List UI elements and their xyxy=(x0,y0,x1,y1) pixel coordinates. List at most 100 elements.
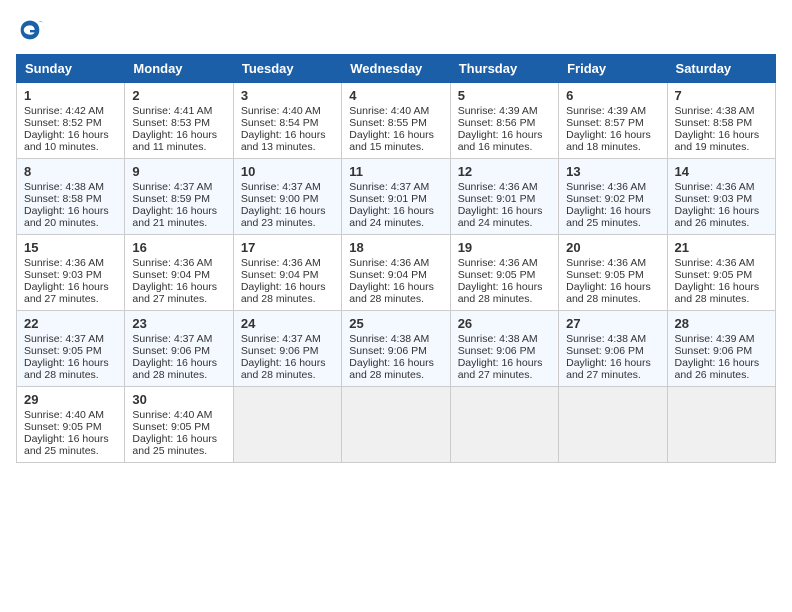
day-info: Sunset: 8:53 PM xyxy=(132,117,225,129)
day-number: 25 xyxy=(349,316,442,331)
day-number: 4 xyxy=(349,88,442,103)
day-info: Sunrise: 4:39 AM xyxy=(566,105,659,117)
weekday-wednesday: Wednesday xyxy=(342,55,450,83)
calendar-cell: 6Sunrise: 4:39 AMSunset: 8:57 PMDaylight… xyxy=(559,83,667,159)
day-info: Sunset: 8:54 PM xyxy=(241,117,334,129)
day-info: Sunrise: 4:37 AM xyxy=(24,333,117,345)
calendar-cell: 23Sunrise: 4:37 AMSunset: 9:06 PMDayligh… xyxy=(125,311,233,387)
day-info: Sunrise: 4:37 AM xyxy=(132,333,225,345)
day-info: Daylight: 16 hours xyxy=(349,129,442,141)
day-info: Sunset: 9:05 PM xyxy=(24,421,117,433)
day-info: and 27 minutes. xyxy=(458,369,551,381)
calendar-cell: 3 Sunrise: 4:40 AMSunset: 8:54 PMDaylight… xyxy=(233,83,341,159)
day-info: and 28 minutes. xyxy=(24,369,117,381)
weekday-header-row: SundayMondayTuesdayWednesdayThursdayFrid… xyxy=(17,55,776,83)
day-info: and 28 minutes. xyxy=(458,293,551,305)
day-info: and 19 minutes. xyxy=(675,141,768,153)
day-info: Sunrise: 4:36 AM xyxy=(349,257,442,269)
calendar-cell: 21Sunrise: 4:36 AMSunset: 9:05 PMDayligh… xyxy=(667,235,775,311)
day-info: Sunset: 9:05 PM xyxy=(132,421,225,433)
day-info: Sunrise: 4:37 AM xyxy=(132,181,225,193)
calendar-cell: 27Sunrise: 4:38 AMSunset: 9:06 PMDayligh… xyxy=(559,311,667,387)
day-number: 15 xyxy=(24,240,117,255)
day-info: Sunset: 9:01 PM xyxy=(349,193,442,205)
day-info: Sunrise: 4:37 AM xyxy=(241,181,334,193)
day-info: Daylight: 16 hours xyxy=(24,205,117,217)
calendar-cell: 16Sunrise: 4:36 AMSunset: 9:04 PMDayligh… xyxy=(125,235,233,311)
day-number: 9 xyxy=(132,164,225,179)
calendar-cell xyxy=(233,387,341,463)
day-info: and 24 minutes. xyxy=(349,217,442,229)
day-info: and 28 minutes. xyxy=(132,369,225,381)
day-info: Daylight: 16 hours xyxy=(241,129,334,141)
day-info: Sunset: 8:56 PM xyxy=(458,117,551,129)
day-info: Sunrise: 4:38 AM xyxy=(349,333,442,345)
day-info: and 10 minutes. xyxy=(24,141,117,153)
day-info: Daylight: 16 hours xyxy=(566,281,659,293)
day-number: 13 xyxy=(566,164,659,179)
day-number: 1 xyxy=(24,88,117,103)
day-number: 27 xyxy=(566,316,659,331)
calendar-header: SundayMondayTuesdayWednesdayThursdayFrid… xyxy=(17,55,776,83)
day-info: Sunrise: 4:36 AM xyxy=(675,257,768,269)
calendar-cell: 30Sunrise: 4:40 AMSunset: 9:05 PMDayligh… xyxy=(125,387,233,463)
day-info: and 28 minutes. xyxy=(241,293,334,305)
day-info: Daylight: 16 hours xyxy=(566,357,659,369)
day-info: and 15 minutes. xyxy=(349,141,442,153)
day-number: 12 xyxy=(458,164,551,179)
day-info: Sunset: 9:05 PM xyxy=(458,269,551,281)
day-info: Sunset: 9:06 PM xyxy=(458,345,551,357)
calendar-week-row: 8Sunrise: 4:38 AMSunset: 8:58 PMDaylight… xyxy=(17,159,776,235)
day-info: Sunrise: 4:37 AM xyxy=(241,333,334,345)
day-number: 19 xyxy=(458,240,551,255)
day-number: 8 xyxy=(24,164,117,179)
calendar-cell: 18Sunrise: 4:36 AMSunset: 9:04 PMDayligh… xyxy=(342,235,450,311)
day-info: Daylight: 16 hours xyxy=(566,129,659,141)
day-info: and 21 minutes. xyxy=(132,217,225,229)
day-info: Sunset: 9:04 PM xyxy=(349,269,442,281)
day-info: Sunrise: 4:40 AM xyxy=(241,105,334,117)
day-info: Sunrise: 4:38 AM xyxy=(675,105,768,117)
calendar-cell: 7Sunrise: 4:38 AMSunset: 8:58 PMDaylight… xyxy=(667,83,775,159)
day-number: 10 xyxy=(241,164,334,179)
day-info: Daylight: 16 hours xyxy=(458,129,551,141)
day-info: and 28 minutes. xyxy=(566,293,659,305)
day-info: Sunrise: 4:37 AM xyxy=(349,181,442,193)
weekday-tuesday: Tuesday xyxy=(233,55,341,83)
day-info: and 25 minutes. xyxy=(24,445,117,457)
day-info: and 28 minutes. xyxy=(349,293,442,305)
calendar-week-row: 15Sunrise: 4:36 AMSunset: 9:03 PMDayligh… xyxy=(17,235,776,311)
day-number: 7 xyxy=(675,88,768,103)
calendar-cell xyxy=(559,387,667,463)
day-number: 23 xyxy=(132,316,225,331)
weekday-saturday: Saturday xyxy=(667,55,775,83)
day-number: 3 xyxy=(241,88,334,103)
day-info: Sunset: 9:04 PM xyxy=(132,269,225,281)
day-info: Sunrise: 4:36 AM xyxy=(132,257,225,269)
day-number: 26 xyxy=(458,316,551,331)
day-info: and 18 minutes. xyxy=(566,141,659,153)
day-info: and 13 minutes. xyxy=(241,141,334,153)
day-info: Sunset: 9:05 PM xyxy=(566,269,659,281)
calendar-cell: 25Sunrise: 4:38 AMSunset: 9:06 PMDayligh… xyxy=(342,311,450,387)
day-info: Sunset: 9:00 PM xyxy=(241,193,334,205)
calendar-cell: 8Sunrise: 4:38 AMSunset: 8:58 PMDaylight… xyxy=(17,159,125,235)
day-info: Sunrise: 4:40 AM xyxy=(132,409,225,421)
day-number: 5 xyxy=(458,88,551,103)
calendar-week-row: 22Sunrise: 4:37 AMSunset: 9:05 PMDayligh… xyxy=(17,311,776,387)
day-number: 29 xyxy=(24,392,117,407)
day-info: and 27 minutes. xyxy=(132,293,225,305)
day-number: 17 xyxy=(241,240,334,255)
day-info: Sunset: 8:58 PM xyxy=(675,117,768,129)
day-info: Sunset: 8:59 PM xyxy=(132,193,225,205)
day-number: 24 xyxy=(241,316,334,331)
day-info: Daylight: 16 hours xyxy=(458,357,551,369)
day-info: Daylight: 16 hours xyxy=(24,129,117,141)
day-info: Daylight: 16 hours xyxy=(24,357,117,369)
day-info: and 25 minutes. xyxy=(566,217,659,229)
calendar-cell xyxy=(667,387,775,463)
day-number: 2 xyxy=(132,88,225,103)
calendar-cell: 9Sunrise: 4:37 AMSunset: 8:59 PMDaylight… xyxy=(125,159,233,235)
weekday-monday: Monday xyxy=(125,55,233,83)
calendar-cell: 28Sunrise: 4:39 AMSunset: 9:06 PMDayligh… xyxy=(667,311,775,387)
